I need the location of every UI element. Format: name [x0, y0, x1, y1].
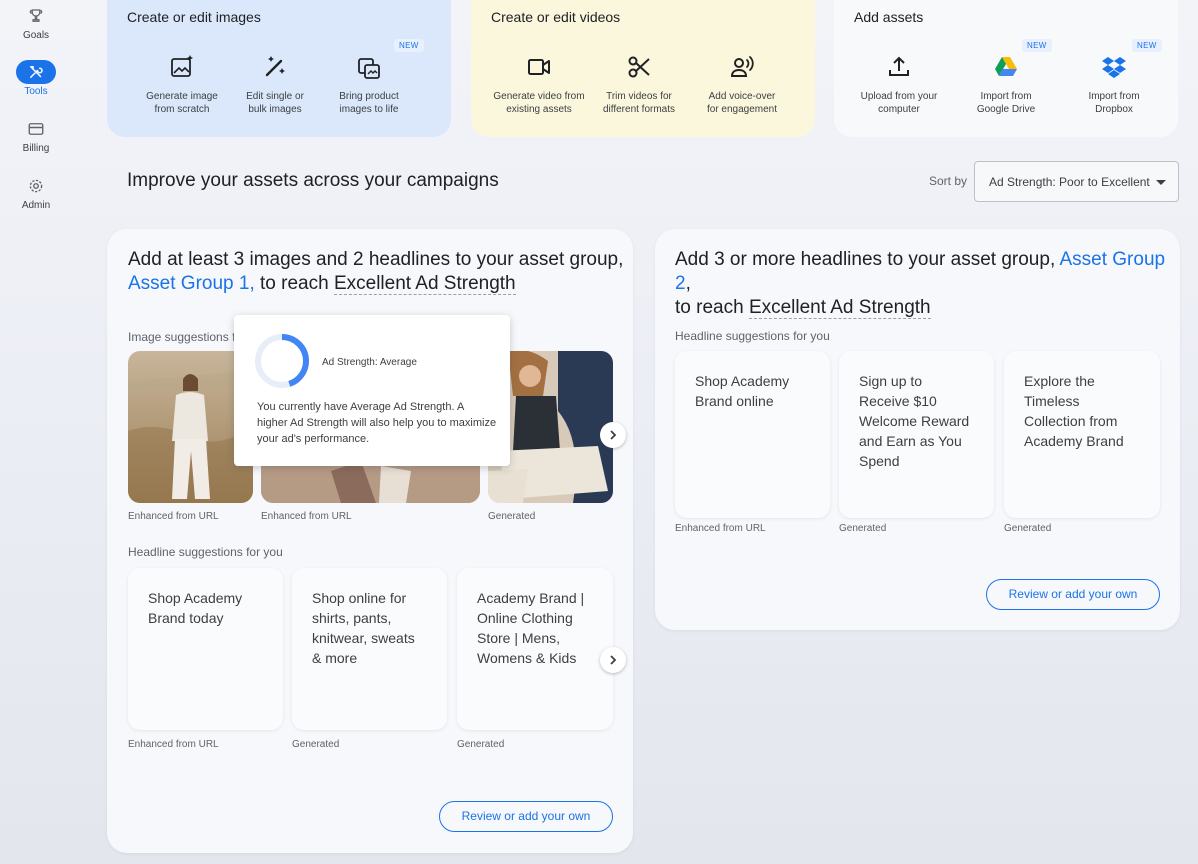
- nav-item-admin[interactable]: Admin: [0, 174, 72, 211]
- left-nav: Goals Tools Billing Admin: [0, 0, 72, 864]
- voice-over-label: Add voice-over for engagement: [706, 91, 778, 115]
- image-caption: Enhanced from URL: [261, 511, 352, 522]
- review-add-button[interactable]: Review or add your own: [986, 579, 1160, 610]
- trim-videos-label: Trim videos for different formats: [602, 91, 676, 115]
- next-images-button[interactable]: [600, 422, 626, 448]
- product-images-tool[interactable]: Bring product images to life: [314, 50, 424, 116]
- trim-videos-tool[interactable]: Trim videos for different formats: [584, 50, 694, 116]
- create-images-title: Create or edit images: [127, 9, 261, 25]
- new-badge: NEW: [1022, 39, 1052, 52]
- headline-suggestion-card[interactable]: Sign up to Receive $10 Welcome Reward an…: [839, 351, 994, 518]
- card-heading-text: Add at least 3 images and 2 headlines to…: [128, 249, 624, 270]
- image-caption: Enhanced from URL: [128, 511, 219, 522]
- headline-suggestions-label: Headline suggestions for you: [675, 329, 830, 343]
- headline-suggestion-card[interactable]: Shop Academy Brand online: [675, 351, 830, 518]
- review-add-button[interactable]: Review or add your own: [439, 801, 613, 832]
- headline-suggestions-label: Headline suggestions for you: [128, 545, 283, 559]
- dropbox-label: Import from Dropbox: [1088, 91, 1140, 115]
- credit-card-icon: [16, 117, 56, 141]
- create-images-card: Create or edit images Generate image fro…: [107, 0, 451, 137]
- headline-caption: Generated: [292, 739, 340, 750]
- new-badge: NEW: [394, 39, 424, 52]
- card-heading-text: Add 3 or more headlines to your asset gr…: [675, 249, 1056, 270]
- generate-video-label: Generate video from existing assets: [493, 91, 585, 115]
- headline-caption: Generated: [839, 523, 887, 534]
- headline-suggestion-card[interactable]: Shop Academy Brand today: [128, 568, 283, 730]
- dropbox-tool[interactable]: Import from Dropbox: [1059, 50, 1169, 116]
- ad-strength-title: Ad Strength: Average: [322, 357, 417, 368]
- sort-select-value: Ad Strength: Poor to Excellent: [989, 175, 1150, 189]
- add-assets-title: Add assets: [854, 9, 924, 25]
- section-title: Improve your assets across your campaign…: [127, 170, 499, 191]
- headline-suggestion-card[interactable]: Academy Brand | Online Clothing Store | …: [457, 568, 613, 730]
- dropbox-icon: [1059, 50, 1169, 84]
- excellent-ad-strength-link[interactable]: Excellent Ad Strength: [333, 273, 516, 295]
- card-heading: Add at least 3 images and 2 headlines to…: [128, 248, 628, 296]
- headline-caption: Generated: [1004, 523, 1052, 534]
- excellent-ad-strength-link[interactable]: Excellent Ad Strength: [748, 297, 931, 319]
- nav-item-goals[interactable]: Goals: [0, 4, 72, 41]
- nav-label-tools: Tools: [24, 86, 48, 97]
- caret-down-icon: [1156, 180, 1166, 185]
- scissors-icon: [584, 50, 694, 84]
- nav-item-billing[interactable]: Billing: [0, 117, 72, 154]
- voice-icon: [687, 50, 797, 84]
- image-caption: Generated: [488, 511, 536, 522]
- ad-strength-ring: [255, 334, 309, 388]
- sort-by-label: Sort by: [929, 174, 968, 188]
- gear-icon: [16, 174, 56, 198]
- ad-strength-popover: Ad Strength: Average You currently have …: [234, 315, 510, 466]
- tools-icon: [16, 60, 56, 84]
- product-images-label: Bring product images to life: [339, 91, 399, 115]
- ad-strength-body: You currently have Average Ad Strength. …: [257, 401, 497, 445]
- google-drive-icon: [951, 50, 1061, 84]
- voice-over-tool[interactable]: Add voice-over for engagement: [687, 50, 797, 116]
- trophy-icon: [16, 4, 56, 28]
- headline-suggestion-card[interactable]: Explore the Timeless Collection from Aca…: [1004, 351, 1160, 518]
- card-heading: Add 3 or more headlines to your asset gr…: [675, 248, 1180, 320]
- upload-icon: [844, 50, 954, 84]
- card-heading-mid: to reach: [675, 297, 749, 318]
- asset-group-2-card: Add 3 or more headlines to your asset gr…: [655, 229, 1180, 630]
- next-headlines-button[interactable]: [600, 647, 626, 673]
- google-drive-tool[interactable]: Import from Google Drive: [951, 50, 1061, 116]
- upload-label: Upload from your computer: [860, 91, 938, 115]
- card-heading-comma: ,: [685, 273, 691, 294]
- chevron-right-icon: [610, 430, 617, 440]
- nav-label-billing: Billing: [22, 143, 50, 154]
- upload-tool[interactable]: Upload from your computer: [844, 50, 954, 116]
- nav-item-tools[interactable]: Tools: [0, 60, 72, 97]
- nav-label-goals: Goals: [22, 30, 50, 41]
- add-assets-card: Add assets Upload from your computer Imp…: [834, 0, 1178, 137]
- nav-label-admin: Admin: [21, 200, 51, 211]
- google-drive-label: Import from Google Drive: [976, 91, 1036, 115]
- generate-video-tool[interactable]: Generate video from existing assets: [484, 50, 594, 116]
- card-heading-mid: to reach: [254, 273, 334, 294]
- asset-group-1-link[interactable]: Asset Group 1,: [128, 273, 255, 294]
- video-camera-icon: [484, 50, 594, 84]
- chevron-right-icon: [610, 655, 617, 665]
- create-videos-card: Create or edit videos Generate video fro…: [471, 0, 815, 137]
- image-suggestions-label: Image suggestions f: [128, 330, 236, 344]
- new-badge: NEW: [1132, 39, 1162, 52]
- sort-select[interactable]: Ad Strength: Poor to Excellent: [974, 161, 1179, 202]
- headline-caption: Enhanced from URL: [675, 523, 766, 534]
- headline-caption: Enhanced from URL: [128, 739, 219, 750]
- headline-caption: Generated: [457, 739, 505, 750]
- create-videos-title: Create or edit videos: [491, 9, 621, 25]
- headline-suggestion-card[interactable]: Shop online for shirts, pants, knitwear,…: [292, 568, 447, 730]
- product-image-icon: [314, 50, 424, 84]
